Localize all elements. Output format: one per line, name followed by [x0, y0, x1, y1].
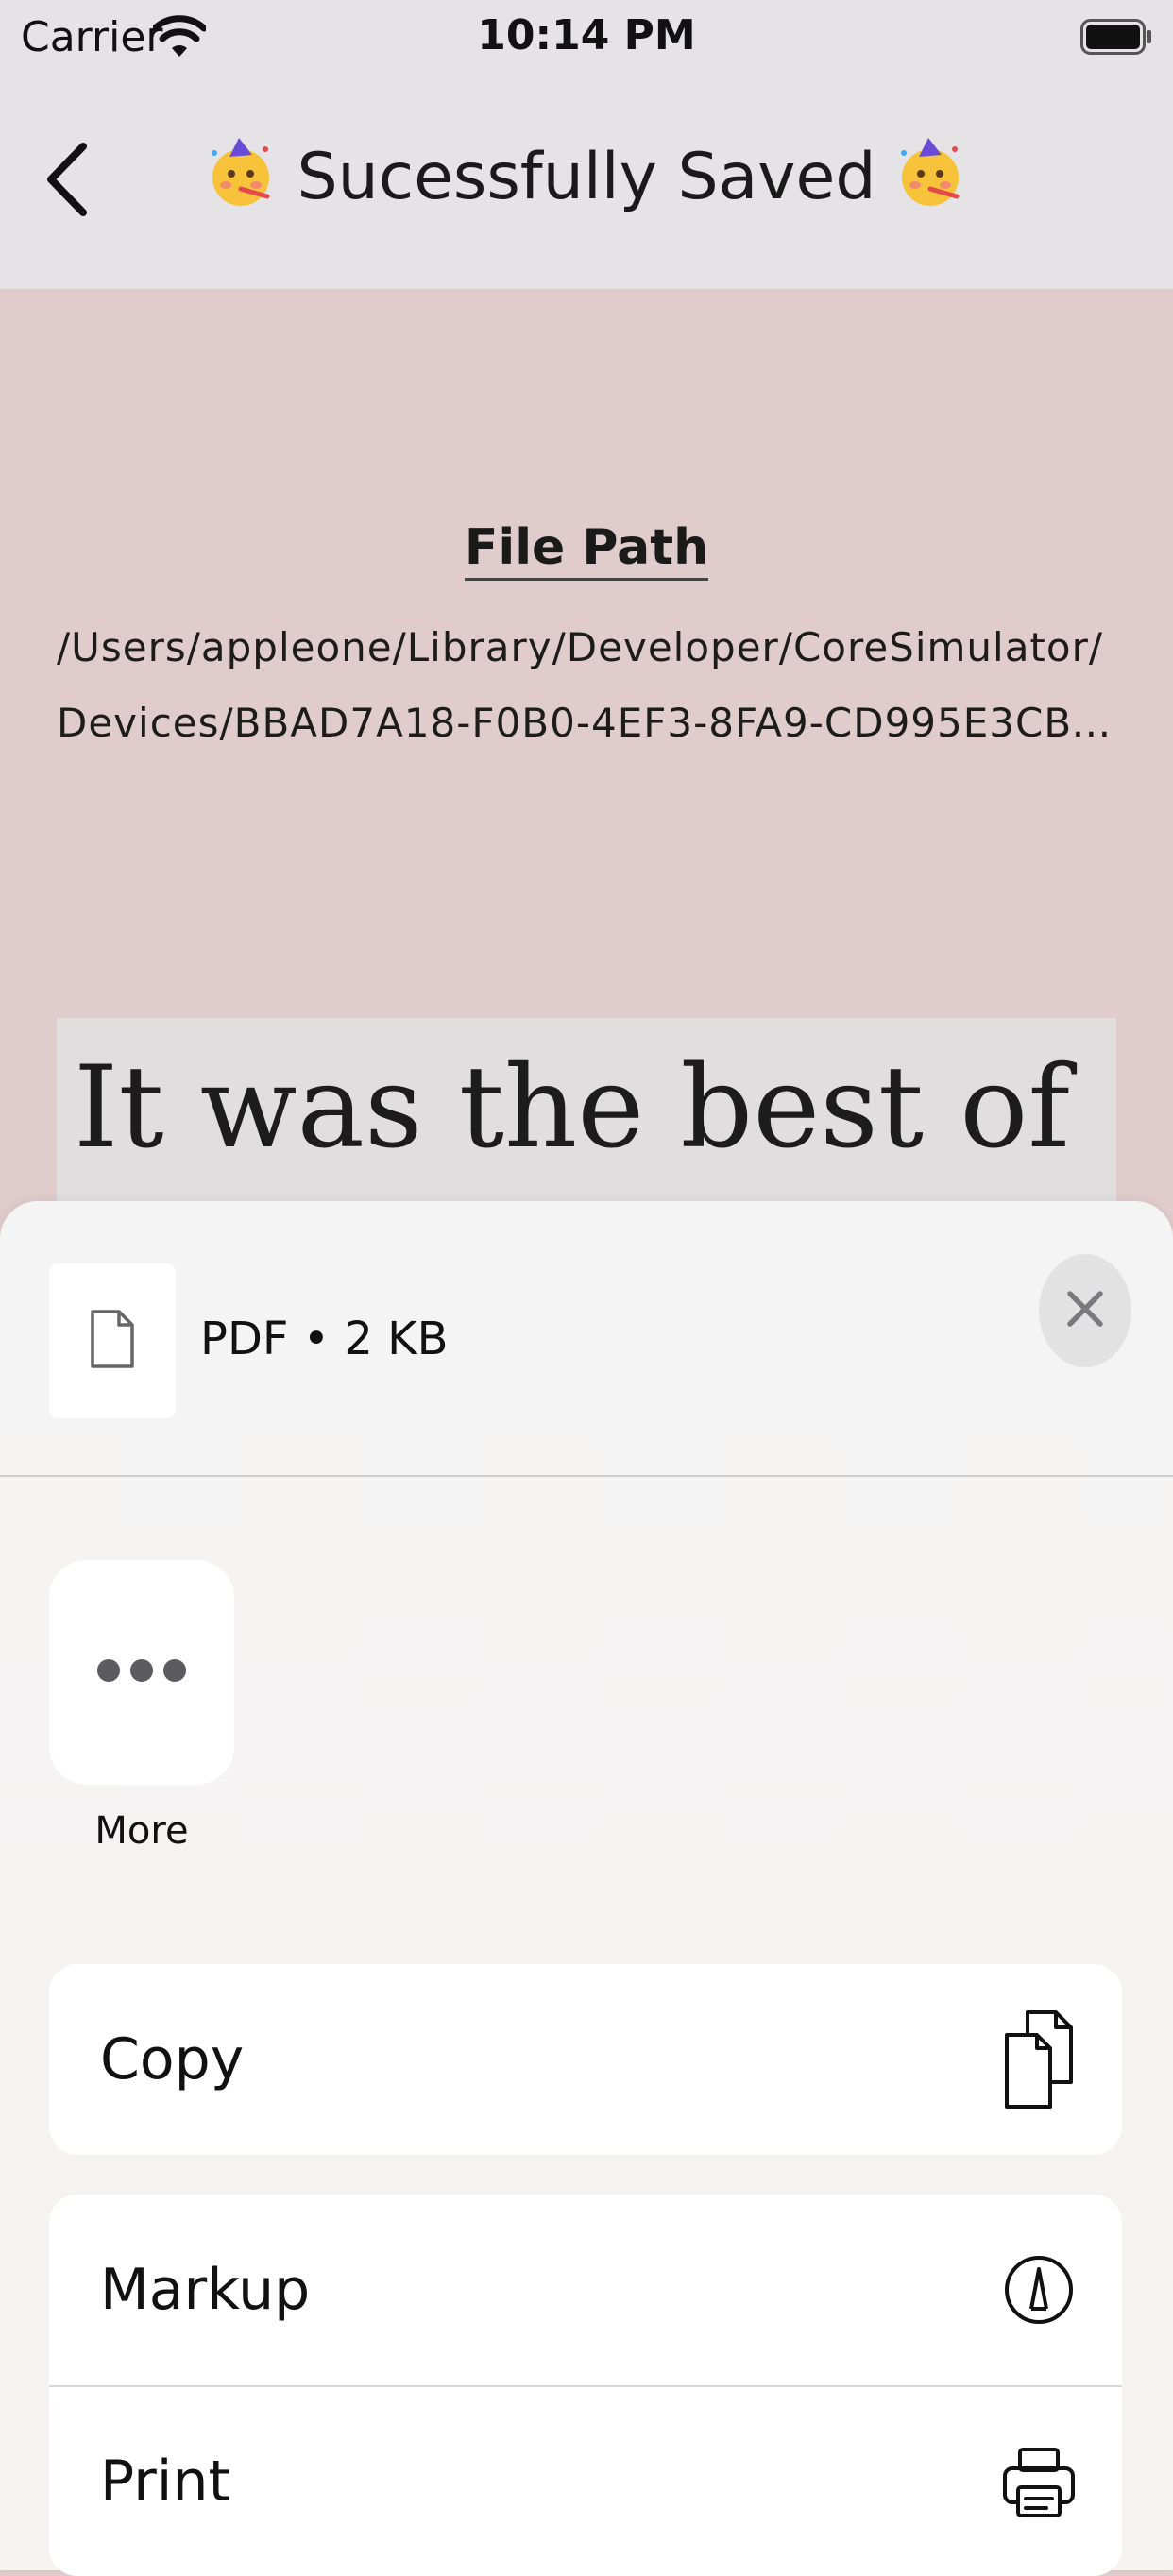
page-title: Sucessfully Saved: [0, 136, 1173, 214]
share-sheet: PDF • 2 KB More Copy Markup Print: [0, 1201, 1173, 2576]
page-title-text: Sucessfully Saved: [297, 140, 876, 214]
main-content: File Path /Users/appleone/Library/Develo…: [0, 289, 1173, 1328]
pdf-preview: It was the best of: [57, 1018, 1116, 1207]
file-path-line: /Users/appleone/Library/Developer/CoreSi…: [57, 624, 1104, 670]
more-button[interactable]: [49, 1560, 234, 1785]
status-bar: Carrier 10:14 PM: [0, 0, 1173, 83]
copy-icon: [1001, 2010, 1077, 2109]
document-icon: [89, 1308, 136, 1374]
printer-icon: [1001, 2434, 1077, 2529]
copy-label: Copy: [100, 2026, 245, 2093]
file-meta: PDF • 2 KB: [200, 1313, 449, 1365]
file-path-value: /Users/appleone/Library/Developer/CoreSi…: [57, 610, 1124, 761]
navigation-bar: Sucessfully Saved: [0, 83, 1173, 289]
markup-pen-icon: [1001, 2243, 1077, 2337]
status-time: 10:14 PM: [477, 11, 696, 59]
divider: [0, 1475, 1173, 1477]
markup-label: Markup: [100, 2257, 311, 2323]
more-label: More: [94, 1809, 189, 1853]
file-path-line: Devices/BBAD7A18-F0B0-4EF3-8FA9-CD995E3C…: [57, 700, 1124, 746]
party-face-icon: [896, 136, 966, 210]
print-action[interactable]: Print: [49, 2385, 1122, 2576]
close-button[interactable]: [1039, 1254, 1131, 1367]
print-label: Print: [100, 2449, 231, 2515]
file-path-heading: File Path: [0, 519, 1173, 581]
share-sheet-header: PDF • 2 KB: [0, 1201, 1173, 1475]
action-group-copy: Copy: [49, 1964, 1122, 2155]
ellipsis-icon: [94, 1656, 189, 1688]
close-icon: [1065, 1289, 1105, 1332]
battery-icon: [1080, 19, 1152, 55]
copy-action[interactable]: Copy: [49, 1964, 1122, 2155]
party-face-icon: [207, 136, 277, 210]
preview-text: It was the best of: [74, 1042, 1070, 1174]
file-thumbnail: [49, 1263, 176, 1418]
markup-action[interactable]: Markup: [49, 2195, 1122, 2385]
action-group-edit: Markup Print: [49, 2195, 1122, 2576]
